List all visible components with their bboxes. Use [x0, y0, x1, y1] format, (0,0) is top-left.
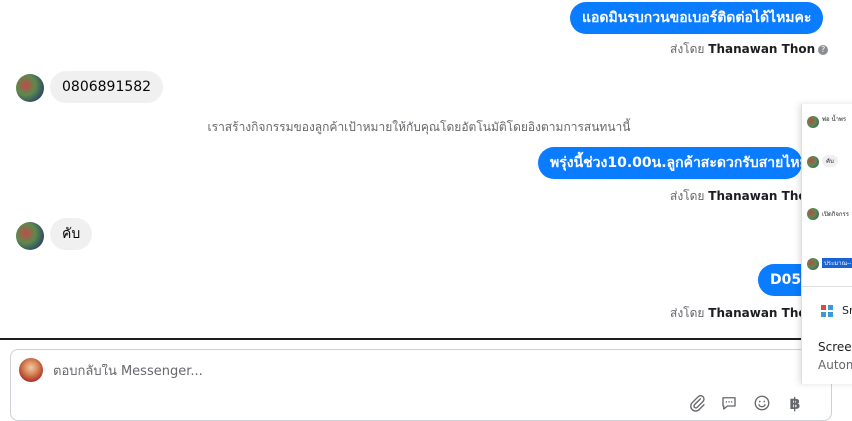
reply-composer: ฿: [10, 349, 832, 421]
avatar: [807, 156, 819, 168]
panel-text: Screen: [818, 340, 852, 354]
incoming-message[interactable]: คับ: [50, 218, 93, 250]
sent-by-prefix: ส่งโดย: [670, 189, 705, 203]
sent-by-label: ส่งโดย Thanawan Thon?: [670, 40, 829, 59]
outgoing-message[interactable]: พรุ่งนี้ช่วง10.00น.ลูกค้าสะดวกรับสายไหมค…: [538, 147, 802, 179]
avatar: [807, 116, 819, 128]
divider: [0, 338, 852, 340]
app-name: Sn: [842, 304, 852, 317]
panel-subtext: Autom: [818, 358, 852, 372]
sent-by-label: ส่งโดย Thanawan Thon: [670, 304, 815, 323]
conversation-area: แอดมินรบกวนขอเบอร์ติดต่อได้ไหมคะ ส่งโดย …: [0, 0, 838, 338]
list-item-label: พ่อ น้ำพร: [822, 116, 847, 123]
sent-by-prefix: ส่งโดย: [670, 42, 705, 56]
list-item-label: คับ: [822, 155, 838, 167]
outgoing-message[interactable]: แอดมินรบกวนขอเบอร์ติดต่อได้ไหมคะ: [570, 2, 824, 34]
side-panel: พ่อ น้ำพร คับ เปิดกิจกรร ประมาณ-- Sn Scr…: [801, 104, 852, 384]
system-note: เราสร้างกิจกรรมของลูกค้าเป้าหมายให้กับคุ…: [207, 120, 631, 134]
sent-by-prefix: ส่งโดย: [670, 306, 705, 320]
sent-by-label: ส่งโดย Thanawan Thon: [670, 187, 815, 206]
divider: [802, 286, 852, 287]
avatar[interactable]: [16, 222, 44, 250]
avatar: [807, 208, 819, 220]
sender-name: Thanawan Thon: [708, 42, 816, 56]
baht-icon[interactable]: ฿: [785, 394, 805, 414]
sender-name: Thanawan Thon: [708, 189, 816, 203]
list-item-label: เปิดกิจกรร: [822, 211, 849, 218]
avatar: [807, 258, 819, 270]
avatar[interactable]: [16, 74, 44, 102]
paperclip-icon[interactable]: [687, 394, 707, 414]
list-item-label: ประมาณ--: [822, 258, 852, 268]
emoji-icon[interactable]: [752, 394, 772, 414]
app-icon: [821, 305, 833, 317]
info-icon[interactable]: ?: [818, 44, 829, 55]
reply-input[interactable]: [53, 364, 653, 379]
avatar: [19, 358, 43, 382]
incoming-message[interactable]: 0806891582: [50, 71, 164, 103]
speech-bubble-icon[interactable]: [719, 394, 739, 414]
sender-name: Thanawan Thon: [708, 306, 816, 320]
